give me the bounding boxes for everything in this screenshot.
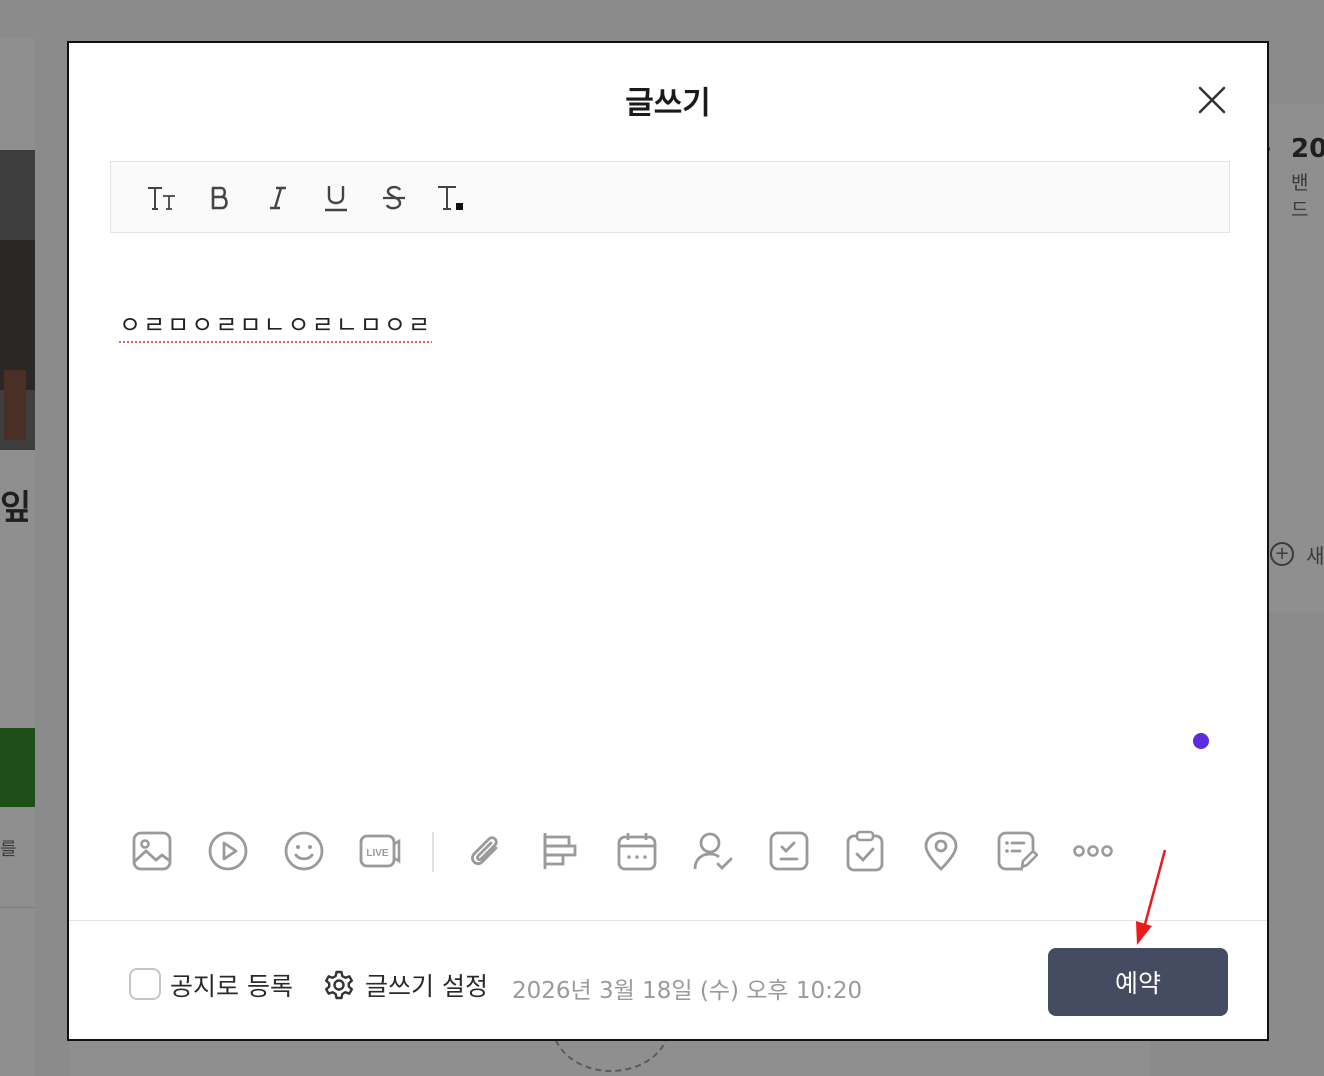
text-color-icon xyxy=(438,186,463,210)
italic-button[interactable] xyxy=(259,180,297,216)
background-green-button xyxy=(0,728,35,807)
text-color-button[interactable] xyxy=(433,180,471,216)
mention-icon xyxy=(693,832,733,870)
image-button[interactable] xyxy=(129,828,175,874)
scheduled-datetime[interactable]: 2026년 3월 18일 (수) 오후 10:20 xyxy=(512,971,862,1005)
notice-label[interactable]: 공지로 등록 xyxy=(170,967,293,1003)
bold-button[interactable] xyxy=(201,180,239,216)
live-icon: LIVE xyxy=(359,834,401,868)
video-icon xyxy=(208,831,248,871)
chart-button[interactable] xyxy=(538,828,584,874)
live-icon-label: LIVE xyxy=(366,848,389,859)
emoji-button[interactable] xyxy=(281,828,327,874)
chart-icon xyxy=(543,833,577,869)
underline-button[interactable] xyxy=(317,180,355,216)
background-number-fragment: 20 xyxy=(1291,134,1324,164)
live-button[interactable]: LIVE xyxy=(357,828,403,874)
italic-icon xyxy=(270,186,286,210)
todo-icon xyxy=(846,830,884,872)
editor-content: ㅇㄹㅁㅇㄹㅁㄴㅇㄹㄴㅁㅇㄹ xyxy=(119,311,433,339)
file-attach-button[interactable] xyxy=(462,828,508,874)
todo-button[interactable] xyxy=(842,828,888,874)
font-size-icon xyxy=(148,187,175,210)
vote-icon xyxy=(769,831,809,871)
vote-button[interactable] xyxy=(766,828,812,874)
modal-title: 글쓰기 xyxy=(625,85,711,122)
more-button[interactable] xyxy=(1070,828,1116,874)
background-plus-icon: + xyxy=(1270,542,1294,566)
location-icon xyxy=(924,831,958,871)
status-dot xyxy=(1193,733,1209,749)
schedule-button[interactable] xyxy=(614,828,660,874)
background-band-fragment: 밴드 xyxy=(1291,172,1309,221)
compose-modal: 글쓰기 ㅇㄹㅁㅇㄹㅁㄴㅇㄹㄴㅁㅇㄹ LIVE 공지로 등록 글쓰기 설정 202… xyxy=(67,41,1269,1041)
quiz-icon xyxy=(997,831,1038,871)
close-button[interactable] xyxy=(1197,85,1227,115)
strikethrough-icon xyxy=(383,185,405,210)
attachment-toolbar: LIVE xyxy=(129,828,1149,878)
background-divider xyxy=(0,907,35,908)
emoji-icon xyxy=(284,831,324,871)
close-icon xyxy=(1198,86,1226,114)
quiz-button[interactable] xyxy=(994,828,1040,874)
bold-icon xyxy=(211,186,228,210)
background-title-fragment: 잎 xyxy=(0,488,32,528)
toolbar-divider xyxy=(432,832,434,872)
format-toolbar xyxy=(110,161,1230,233)
paperclip-icon xyxy=(471,836,498,866)
write-settings-button[interactable] xyxy=(323,969,355,1001)
more-icon xyxy=(1073,845,1113,857)
notice-checkbox[interactable] xyxy=(129,968,161,1000)
gear-icon xyxy=(325,970,353,1000)
underline-icon xyxy=(325,186,347,212)
font-size-button[interactable] xyxy=(143,180,181,216)
image-icon xyxy=(132,831,172,871)
mention-button[interactable] xyxy=(690,828,736,874)
background-text-fragment: 를 xyxy=(0,839,17,860)
footer-divider xyxy=(69,920,1267,921)
strikethrough-button[interactable] xyxy=(375,180,413,216)
calendar-icon xyxy=(617,833,657,871)
background-plus-label: 새 xyxy=(1306,544,1324,568)
background-photo xyxy=(0,150,35,450)
reserve-button[interactable]: 예약 xyxy=(1048,948,1228,1016)
video-button[interactable] xyxy=(205,828,251,874)
location-button[interactable] xyxy=(918,828,964,874)
post-editor[interactable]: ㅇㄹㅁㅇㄹㅁㄴㅇㄹㄴㅁㅇㄹ xyxy=(119,305,1219,340)
write-settings-label[interactable]: 글쓰기 설정 xyxy=(365,967,488,1003)
